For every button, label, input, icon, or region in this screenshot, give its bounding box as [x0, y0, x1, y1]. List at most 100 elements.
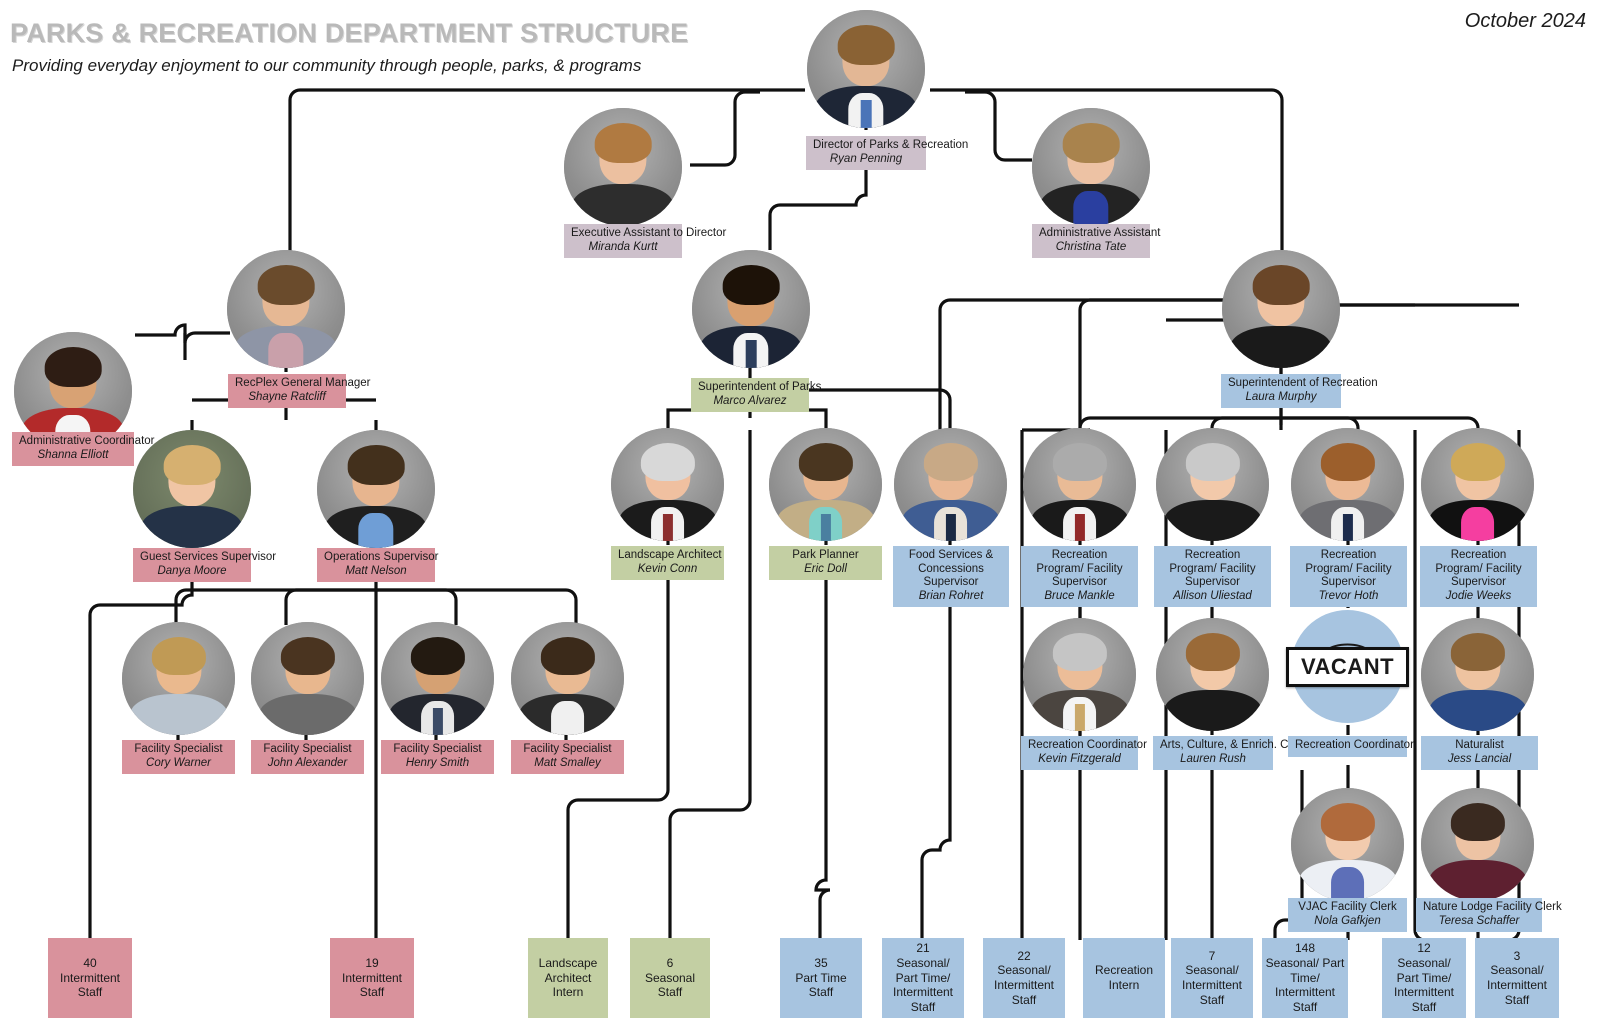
- label-exec-assistant[interactable]: Executive Assistant to Director Miranda …: [564, 224, 726, 259]
- page-title: PARKS & RECREATION DEPARTMENT STRUCTURE: [10, 18, 689, 48]
- label-nature-clerk-title: Nature Lodge Facility Clerk: [1423, 901, 1562, 913]
- label-rec-supervisor-4-title: Recreation Program/ Facility Supervisor: [1435, 549, 1522, 589]
- node-guest-services[interactable]: [133, 430, 251, 548]
- node-admin-assistant[interactable]: [1032, 108, 1150, 226]
- node-arts-coordinator[interactable]: [1156, 618, 1269, 731]
- node-rec-coordinator-vacant[interactable]: VACANT: [1285, 610, 1410, 723]
- node-facility-specialist-4[interactable]: [511, 622, 624, 735]
- label-admin-assistant[interactable]: Administrative Assistant Christina Tate: [1032, 224, 1160, 259]
- label-vjac-clerk[interactable]: VJAC Facility Clerk Nola Gafkjen: [1288, 898, 1407, 933]
- node-supt-recreation[interactable]: [1222, 250, 1340, 368]
- label-guest-services-title: Guest Services Supervisor: [140, 551, 277, 563]
- avatar-facility-specialist-1: [122, 622, 235, 735]
- label-facility-specialist-1[interactable]: Facility Specialist Cory Warner: [122, 740, 235, 775]
- avatar-naturalist: [1421, 618, 1534, 731]
- label-facility-specialist-2[interactable]: Facility Specialist John Alexander: [251, 740, 364, 775]
- label-rec-coordinator-vacant[interactable]: Recreation Coordinator: [1288, 736, 1414, 757]
- leaf-staff-12[interactable]: 3 Seasonal/ Intermittent Staff: [1475, 938, 1559, 1018]
- node-rec-coordinator-1[interactable]: [1023, 618, 1136, 731]
- label-facility-specialist-3-title: Facility Specialist: [393, 743, 482, 755]
- label-facility-specialist-3[interactable]: Facility Specialist Henry Smith: [381, 740, 494, 775]
- avatar-guest-services: [133, 430, 251, 548]
- label-rec-supervisor-2[interactable]: Recreation Program/ Facility Supervisor …: [1154, 546, 1271, 608]
- node-facility-specialist-2[interactable]: [251, 622, 364, 735]
- leaf-staff-1[interactable]: 40 Intermittent Staff: [48, 938, 132, 1018]
- node-supt-parks[interactable]: [692, 250, 810, 368]
- leaf-staff-10[interactable]: 148 Seasonal/ Part Time/ Intermittent St…: [1262, 938, 1348, 1018]
- label-nature-clerk[interactable]: Nature Lodge Facility Clerk Teresa Schaf…: [1416, 898, 1562, 933]
- label-operations[interactable]: Operations Supervisor Matt Nelson: [317, 548, 439, 583]
- label-supt-recreation[interactable]: Superintendent of Recreation Laura Murph…: [1221, 374, 1378, 409]
- node-rec-supervisor-2[interactable]: [1156, 428, 1269, 541]
- node-exec-assistant[interactable]: [564, 108, 682, 226]
- leaf-staff-5[interactable]: 35 Part Time Staff: [780, 938, 862, 1018]
- avatar-exec-assistant: [564, 108, 682, 226]
- leaf-staff-11-text: Seasonal/ Part Time/ Intermittent Staff: [1393, 956, 1455, 1014]
- leaf-staff-2-count: 19: [365, 956, 379, 971]
- label-naturalist[interactable]: Naturalist Jess Lancial: [1421, 736, 1538, 771]
- label-rec-supervisor-2-title: Recreation Program/ Facility Supervisor: [1169, 549, 1256, 589]
- node-facility-specialist-3[interactable]: [381, 622, 494, 735]
- label-park-planner[interactable]: Park Planner Eric Doll: [769, 546, 882, 581]
- label-food-services-name: Brian Rohret: [918, 589, 984, 602]
- leaf-staff-7[interactable]: 22 Seasonal/ Intermittent Staff: [983, 938, 1065, 1018]
- leaf-staff-8[interactable]: Recreation Intern: [1083, 938, 1165, 1018]
- label-facility-specialist-4-name: Matt Smalley: [534, 756, 601, 769]
- leaf-staff-12-text: Seasonal/ Intermittent Staff: [1486, 963, 1548, 1007]
- label-landscape-architect-name: Kevin Conn: [637, 562, 698, 575]
- label-operations-title: Operations Supervisor: [324, 551, 439, 563]
- leaf-staff-5-count: 35: [814, 956, 828, 971]
- avatar-vjac-clerk: [1291, 788, 1404, 901]
- leaf-staff-1-text: Intermittent Staff: [59, 970, 121, 1000]
- label-rec-supervisor-3-title: Recreation Program/ Facility Supervisor: [1305, 549, 1392, 589]
- label-supt-parks[interactable]: Superintendent of Parks Marco Alvarez: [691, 378, 821, 413]
- vacant-circle: VACANT: [1285, 610, 1410, 723]
- node-nature-clerk[interactable]: [1421, 788, 1534, 901]
- leaf-staff-9[interactable]: 7 Seasonal/ Intermittent Staff: [1171, 938, 1253, 1018]
- label-rec-supervisor-4[interactable]: Recreation Program/ Facility Supervisor …: [1420, 546, 1537, 608]
- avatar-nature-clerk: [1421, 788, 1534, 901]
- label-landscape-architect[interactable]: Landscape Architect Kevin Conn: [611, 546, 724, 581]
- label-food-services[interactable]: Food Services & Concessions Supervisor B…: [893, 546, 1009, 608]
- label-facility-specialist-4[interactable]: Facility Specialist Matt Smalley: [511, 740, 624, 775]
- label-facility-specialist-4-title: Facility Specialist: [523, 743, 612, 755]
- leaf-staff-2[interactable]: 19 Intermittent Staff: [330, 938, 414, 1018]
- node-recplex-gm[interactable]: [227, 250, 345, 368]
- label-food-services-title: Food Services & Concessions Supervisor: [908, 549, 994, 589]
- label-vjac-clerk-title: VJAC Facility Clerk: [1298, 901, 1397, 913]
- label-rec-supervisor-3[interactable]: Recreation Program/ Facility Supervisor …: [1290, 546, 1407, 608]
- org-chart: PARKS & RECREATION DEPARTMENT STRUCTURE …: [0, 0, 1600, 1035]
- leaf-staff-11[interactable]: 12 Seasonal/ Part Time/ Intermittent Sta…: [1382, 938, 1466, 1018]
- leaf-staff-3[interactable]: Landscape Architect Intern: [528, 938, 608, 1018]
- leaf-staff-4[interactable]: 6 Seasonal Staff: [630, 938, 710, 1018]
- avatar-rec-supervisor-4: [1421, 428, 1534, 541]
- label-admin-coordinator[interactable]: Administrative Coordinator Shanna Elliot…: [12, 432, 155, 467]
- label-recplex-gm-title: RecPlex General Manager: [235, 377, 371, 389]
- label-arts-coordinator[interactable]: Arts, Culture, & Enrich. Coord. Lauren R…: [1153, 736, 1315, 771]
- node-food-services[interactable]: [894, 428, 1007, 541]
- label-naturalist-name: Jess Lancial: [1447, 752, 1512, 765]
- node-park-planner[interactable]: [769, 428, 882, 541]
- label-recplex-gm[interactable]: RecPlex General Manager Shayne Ratcliff: [228, 374, 371, 409]
- avatar-recplex-gm: [227, 250, 345, 368]
- avatar-rec-supervisor-3: [1291, 428, 1404, 541]
- node-director[interactable]: [805, 10, 927, 128]
- node-rec-supervisor-3[interactable]: [1291, 428, 1404, 541]
- leaf-staff-6[interactable]: 21 Seasonal/ Part Time/ Intermittent Sta…: [882, 938, 964, 1018]
- node-rec-supervisor-4[interactable]: [1421, 428, 1534, 541]
- node-operations[interactable]: [317, 430, 435, 548]
- label-director[interactable]: Director of Parks & Recreation Ryan Penn…: [806, 136, 968, 171]
- node-naturalist[interactable]: [1421, 618, 1534, 731]
- label-rec-coordinator-1-title: Recreation Coordinator: [1028, 739, 1147, 751]
- avatar-park-planner: [769, 428, 882, 541]
- label-rec-supervisor-1[interactable]: Recreation Program/ Facility Supervisor …: [1021, 546, 1138, 608]
- label-supt-recreation-name: Laura Murphy: [1245, 390, 1317, 403]
- node-vjac-clerk[interactable]: [1291, 788, 1404, 901]
- label-guest-services[interactable]: Guest Services Supervisor Danya Moore: [133, 548, 276, 583]
- avatar-facility-specialist-4: [511, 622, 624, 735]
- leaf-staff-10-text: Seasonal/ Part Time/ Intermittent Staff: [1265, 956, 1345, 1014]
- node-facility-specialist-1[interactable]: [122, 622, 235, 735]
- label-rec-coordinator-1[interactable]: Recreation Coordinator Kevin Fitzgerald: [1021, 736, 1147, 771]
- node-rec-supervisor-1[interactable]: [1023, 428, 1136, 541]
- node-landscape-architect[interactable]: [611, 428, 724, 541]
